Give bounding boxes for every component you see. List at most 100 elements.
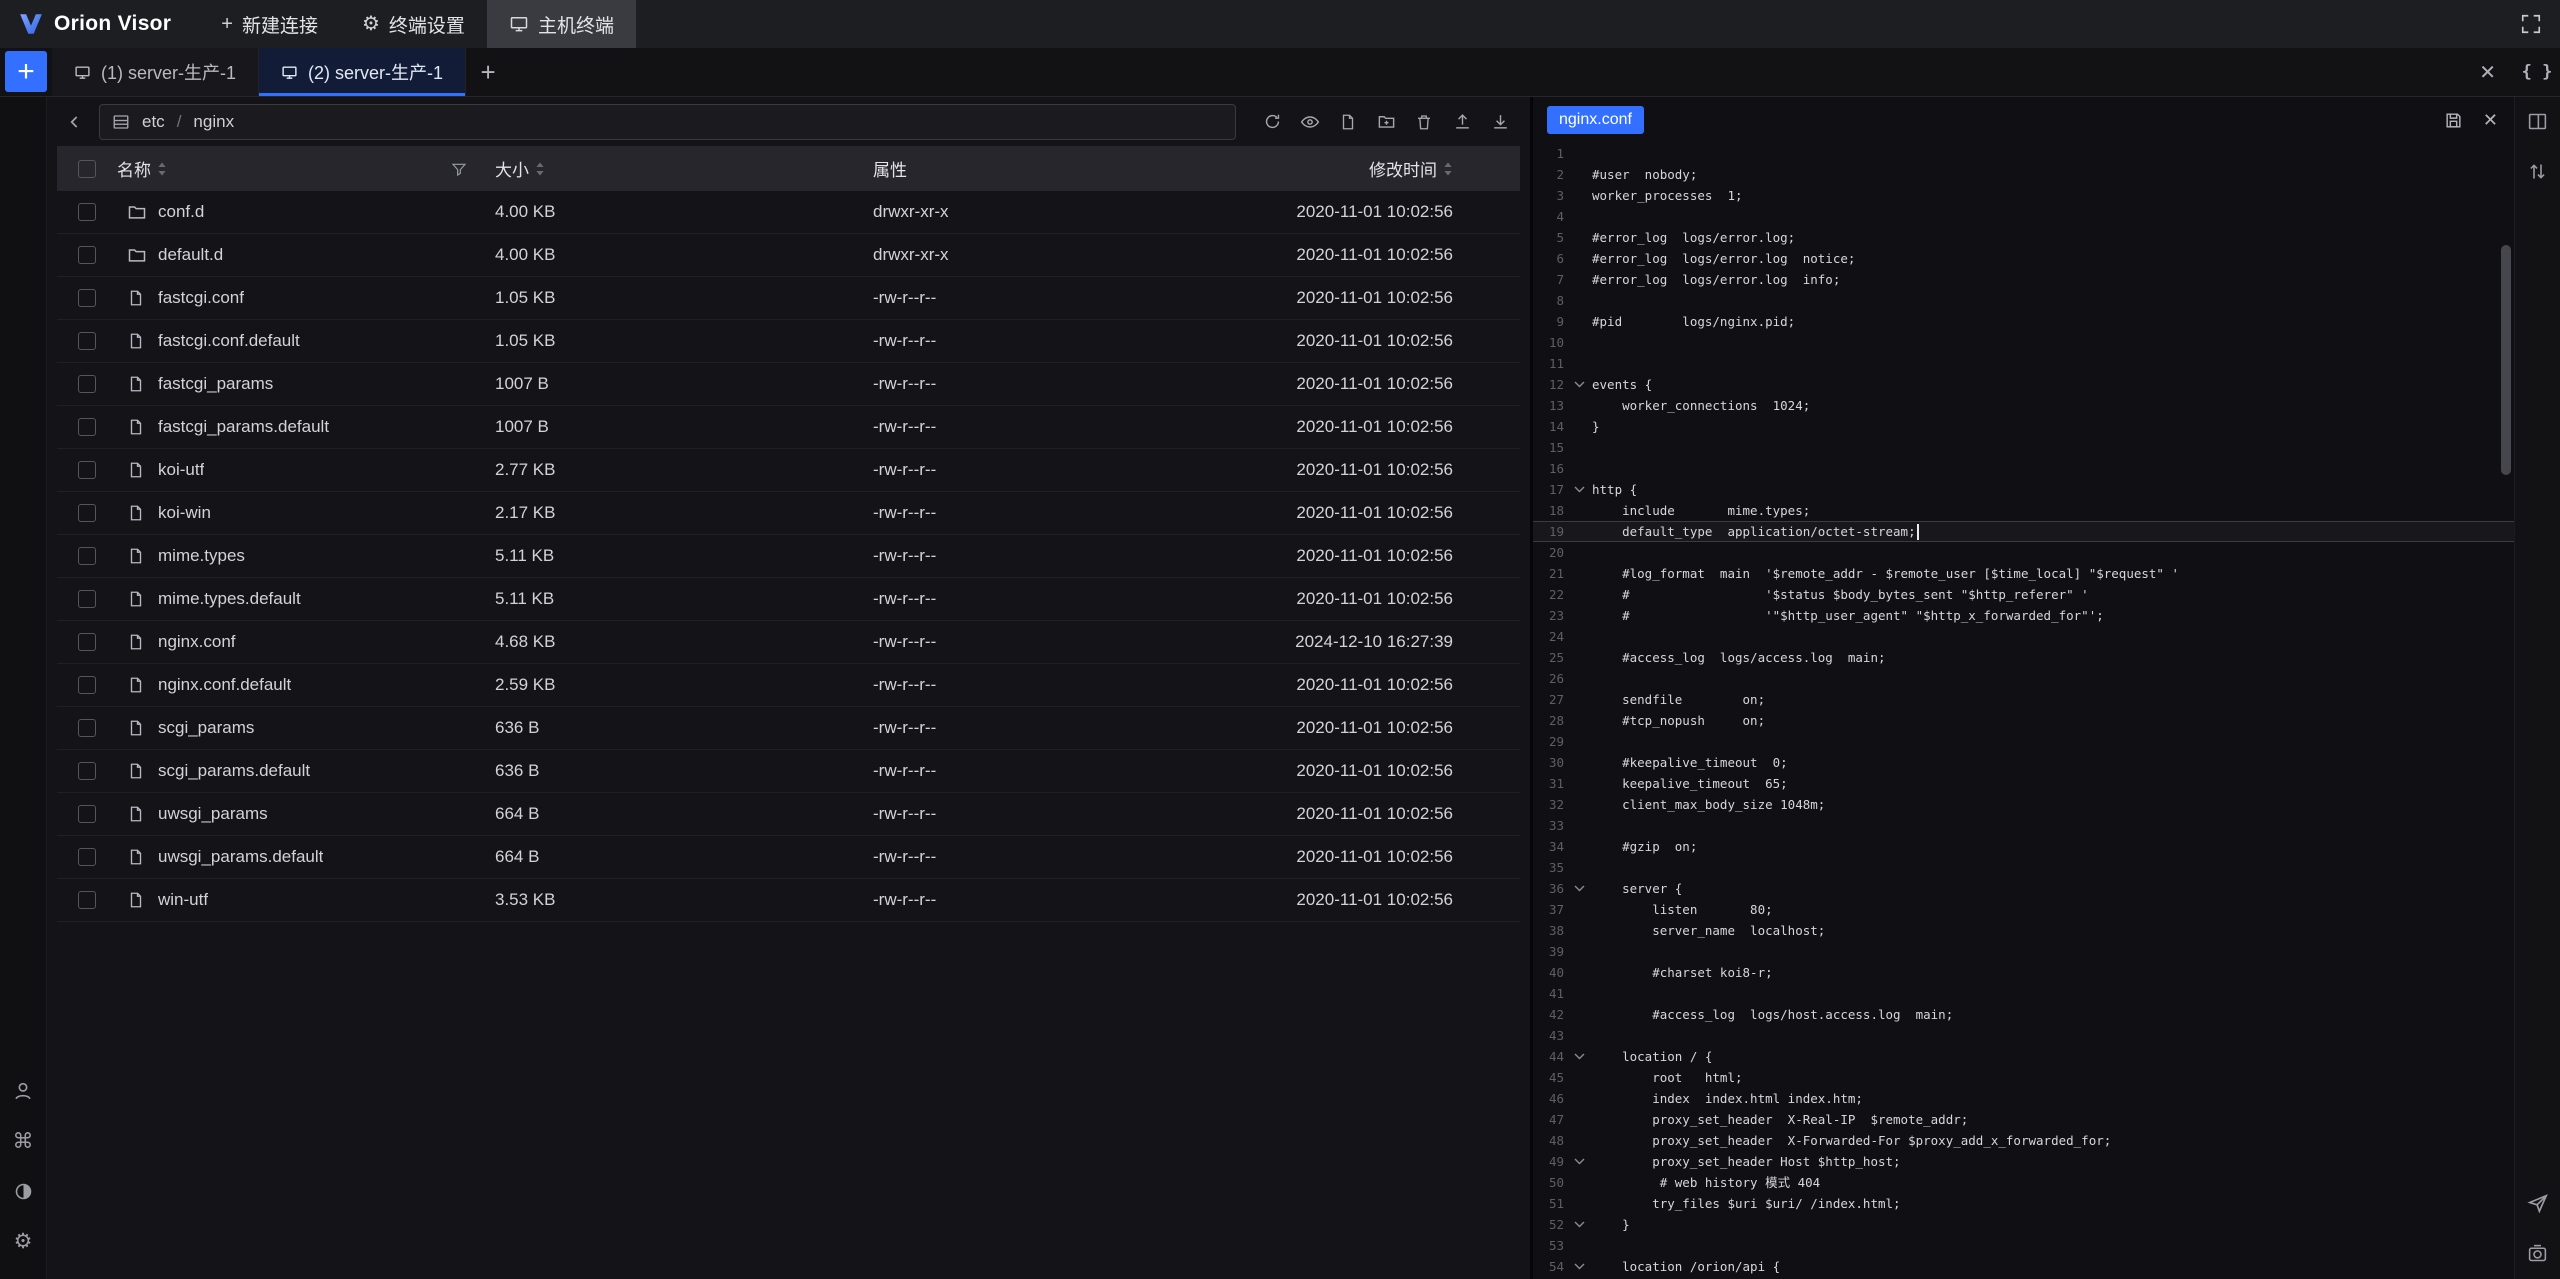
editor-scrollbar[interactable] xyxy=(2501,245,2511,475)
file-row[interactable]: scgi_params636 B-rw-r--r--2020-11-01 10:… xyxy=(57,707,1520,750)
row-checkbox[interactable] xyxy=(78,633,96,651)
file-name-cell[interactable]: fastcgi.conf xyxy=(117,288,495,308)
code-line[interactable]: 19 default_type application/octet-stream… xyxy=(1533,521,2514,542)
row-checkbox[interactable] xyxy=(78,461,96,479)
terminal-tab-2[interactable]: (2) server-生产-1 xyxy=(259,48,466,96)
code-line[interactable]: 2#user nobody; xyxy=(1533,164,2514,185)
new-terminal-button[interactable]: + xyxy=(5,51,47,92)
file-name-cell[interactable]: mime.types.default xyxy=(117,589,495,609)
code-line[interactable]: 38 server_name localhost; xyxy=(1533,920,2514,941)
file-name-cell[interactable]: fastcgi_params xyxy=(117,374,495,394)
file-name-cell[interactable]: mime.types xyxy=(117,546,495,566)
file-row[interactable]: fastcgi_params.default1007 B-rw-r--r--20… xyxy=(57,406,1520,449)
fold-chevron-icon[interactable] xyxy=(1569,885,1589,892)
code-line[interactable]: 14} xyxy=(1533,416,2514,437)
code-line[interactable]: 26 xyxy=(1533,668,2514,689)
file-row[interactable]: koi-utf2.77 KB-rw-r--r--2020-11-01 10:02… xyxy=(57,449,1520,492)
code-line[interactable]: 4 xyxy=(1533,206,2514,227)
select-all-checkbox[interactable] xyxy=(78,160,96,178)
upload-icon[interactable] xyxy=(1446,106,1478,138)
code-line[interactable]: 44 location / { xyxy=(1533,1046,2514,1067)
code-line[interactable]: 8 xyxy=(1533,290,2514,311)
open-file-tag[interactable]: nginx.conf xyxy=(1547,106,1644,134)
file-name-cell[interactable]: conf.d xyxy=(117,202,495,222)
file-row[interactable]: koi-win2.17 KB-rw-r--r--2020-11-01 10:02… xyxy=(57,492,1520,535)
download-icon[interactable] xyxy=(1484,106,1516,138)
code-line[interactable]: 33 xyxy=(1533,815,2514,836)
file-name-cell[interactable]: fastcgi.conf.default xyxy=(117,331,495,351)
close-panel-icon[interactable]: ✕ xyxy=(2461,60,2514,85)
code-line[interactable]: 49 proxy_set_header Host $http_host; xyxy=(1533,1151,2514,1172)
breadcrumb-item-etc[interactable]: etc xyxy=(142,112,165,132)
file-row[interactable]: fastcgi_params1007 B-rw-r--r--2020-11-01… xyxy=(57,363,1520,406)
transfer-list-icon[interactable] xyxy=(2526,159,2550,183)
file-name-cell[interactable]: scgi_params.default xyxy=(117,761,495,781)
file-name-cell[interactable]: uwsgi_params.default xyxy=(117,847,495,867)
file-name-cell[interactable]: nginx.conf xyxy=(117,632,495,652)
row-checkbox[interactable] xyxy=(78,246,96,264)
code-line[interactable]: 51 try_files $uri $uri/ /index.html; xyxy=(1533,1193,2514,1214)
nav-item-new-connection[interactable]: + 新建连接 xyxy=(199,0,340,48)
code-line[interactable]: 50 # web history 模式 404 xyxy=(1533,1172,2514,1193)
save-file-icon[interactable] xyxy=(2444,111,2463,130)
fold-chevron-icon[interactable] xyxy=(1569,1053,1589,1060)
row-checkbox[interactable] xyxy=(78,719,96,737)
code-line[interactable]: 53 xyxy=(1533,1235,2514,1256)
row-checkbox[interactable] xyxy=(78,891,96,909)
file-name-cell[interactable]: win-utf xyxy=(117,890,495,910)
code-line[interactable]: 12events { xyxy=(1533,374,2514,395)
code-line[interactable]: 30 #keepalive_timeout 0; xyxy=(1533,752,2514,773)
row-checkbox[interactable] xyxy=(78,547,96,565)
file-name-cell[interactable]: uwsgi_params xyxy=(117,804,495,824)
row-checkbox[interactable] xyxy=(78,504,96,522)
code-line[interactable]: 36 server { xyxy=(1533,878,2514,899)
fold-chevron-icon[interactable] xyxy=(1569,1263,1589,1270)
row-checkbox[interactable] xyxy=(78,375,96,393)
code-line[interactable]: 54 location /orion/api { xyxy=(1533,1256,2514,1277)
code-line[interactable]: 34 #gzip on; xyxy=(1533,836,2514,857)
row-checkbox[interactable] xyxy=(78,418,96,436)
fullscreen-icon[interactable] xyxy=(2502,13,2560,35)
code-line[interactable]: 23 # '"$http_user_agent" "$http_x_forwar… xyxy=(1533,605,2514,626)
file-name-cell[interactable]: scgi_params xyxy=(117,718,495,738)
code-line[interactable]: 43 xyxy=(1533,1025,2514,1046)
code-line[interactable]: 9#pid logs/nginx.pid; xyxy=(1533,311,2514,332)
file-row[interactable]: uwsgi_params664 B-rw-r--r--2020-11-01 10… xyxy=(57,793,1520,836)
code-line[interactable]: 29 xyxy=(1533,731,2514,752)
code-braces-icon[interactable]: { } xyxy=(2514,62,2560,82)
terminal-tab-1[interactable]: (1) server-生产-1 xyxy=(52,48,259,96)
filter-funnel-icon[interactable] xyxy=(451,161,467,177)
close-editor-icon[interactable]: ✕ xyxy=(2483,110,2498,131)
code-line[interactable]: 15 xyxy=(1533,437,2514,458)
code-line[interactable]: 17http { xyxy=(1533,479,2514,500)
row-checkbox[interactable] xyxy=(78,203,96,221)
show-hidden-eye-icon[interactable] xyxy=(1294,106,1326,138)
fold-chevron-icon[interactable] xyxy=(1569,486,1589,493)
code-line[interactable]: 11 xyxy=(1533,353,2514,374)
code-line[interactable]: 41 xyxy=(1533,983,2514,1004)
file-row[interactable]: mime.types5.11 KB-rw-r--r--2020-11-01 10… xyxy=(57,535,1520,578)
refresh-icon[interactable] xyxy=(1256,106,1288,138)
screenshot-capture-icon[interactable] xyxy=(2526,1241,2550,1265)
code-line[interactable]: 46 index index.html index.htm; xyxy=(1533,1088,2514,1109)
row-checkbox[interactable] xyxy=(78,848,96,866)
file-name-cell[interactable]: koi-utf xyxy=(117,460,495,480)
row-checkbox[interactable] xyxy=(78,762,96,780)
back-icon[interactable] xyxy=(59,106,91,138)
code-line[interactable]: 10 xyxy=(1533,332,2514,353)
file-row[interactable]: conf.d4.00 KBdrwxr-xr-x2020-11-01 10:02:… xyxy=(57,191,1520,234)
file-row[interactable]: fastcgi.conf1.05 KB-rw-r--r--2020-11-01 … xyxy=(57,277,1520,320)
code-line[interactable]: 37 listen 80; xyxy=(1533,899,2514,920)
code-line[interactable]: 39 xyxy=(1533,941,2514,962)
new-folder-icon[interactable] xyxy=(1370,106,1402,138)
sort-icon[interactable] xyxy=(535,161,545,177)
fold-chevron-icon[interactable] xyxy=(1569,1158,1589,1165)
code-line[interactable]: 35 xyxy=(1533,857,2514,878)
code-line[interactable]: 16 xyxy=(1533,458,2514,479)
file-name-cell[interactable]: fastcgi_params.default xyxy=(117,417,495,437)
file-name-cell[interactable]: nginx.conf.default xyxy=(117,675,495,695)
file-row[interactable]: nginx.conf.default2.59 KB-rw-r--r--2020-… xyxy=(57,664,1520,707)
row-checkbox[interactable] xyxy=(78,805,96,823)
file-row[interactable]: win-utf3.53 KB-rw-r--r--2020-11-01 10:02… xyxy=(57,879,1520,922)
code-line[interactable]: 28 #tcp_nopush on; xyxy=(1533,710,2514,731)
